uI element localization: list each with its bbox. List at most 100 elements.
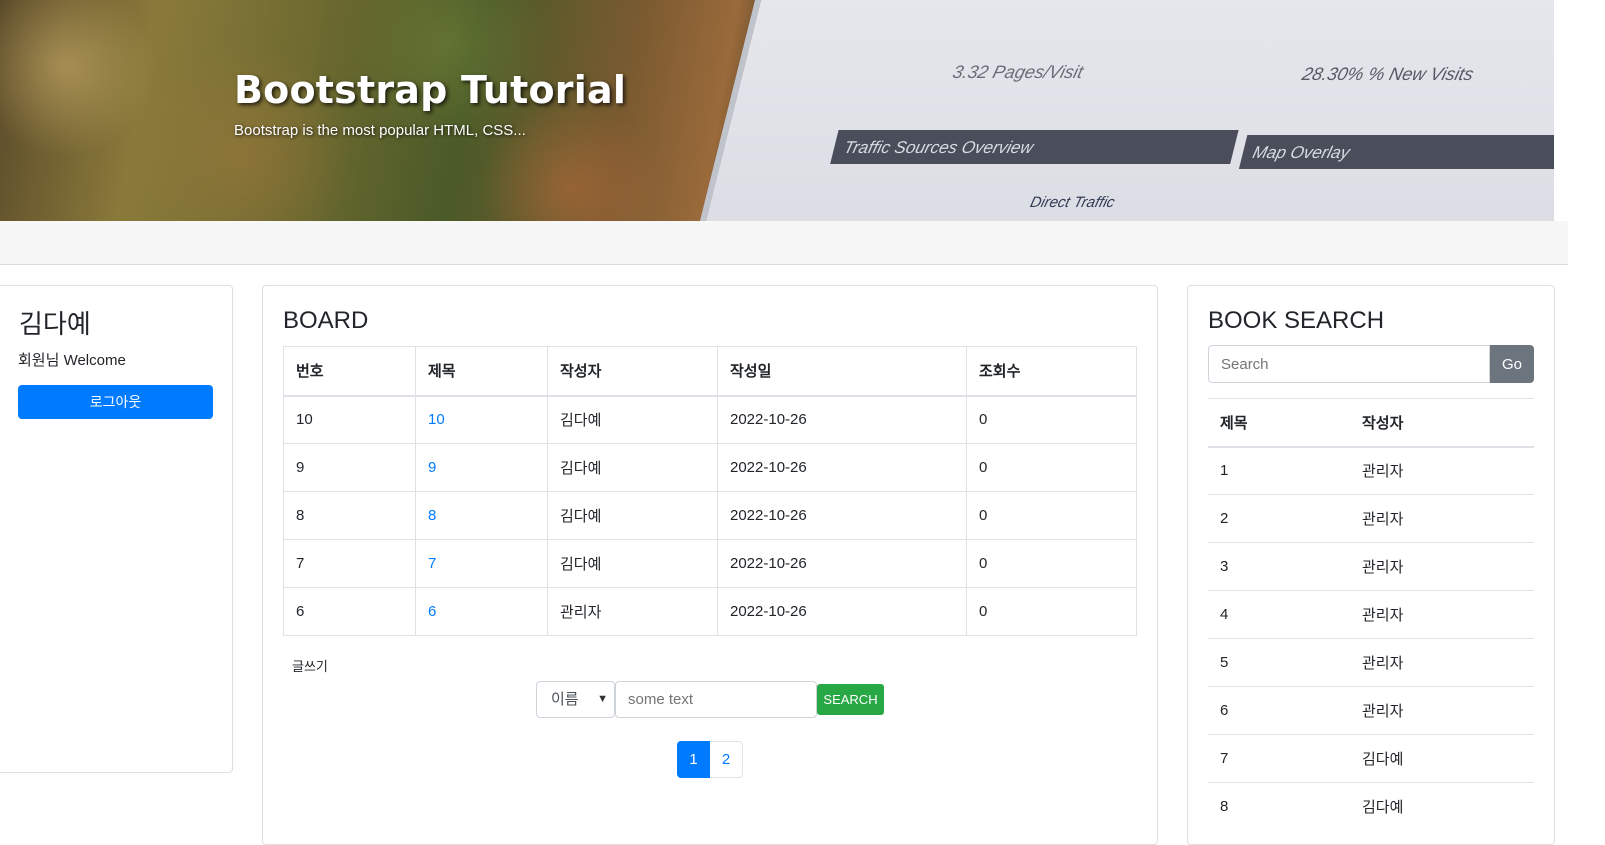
write-post-link[interactable]: 글쓰기	[292, 656, 328, 675]
hero-title: Bootstrap Tutorial	[234, 68, 627, 112]
user-card: 김다예 회원님 Welcome 로그아웃	[0, 285, 233, 773]
cell-author: 관리자	[1350, 686, 1534, 735]
board-card: BOARD 번호 제목 작성자 작성일 조회수 10 10 김다예 2022-1…	[262, 285, 1158, 845]
table-row: 7 김다예	[1208, 734, 1534, 783]
cell-views: 0	[966, 395, 1137, 444]
cell-views: 0	[966, 539, 1137, 588]
cell-author: 김다예	[547, 395, 718, 444]
post-title-link[interactable]: 6	[428, 603, 436, 620]
cell-date: 2022-10-26	[717, 443, 967, 492]
cell-title: 6	[1208, 686, 1350, 735]
book-search-card: BOOK SEARCH Go 제목 작성자 1 관리자 2 관리자 3 관리자	[1187, 285, 1555, 845]
cell-views: 0	[966, 491, 1137, 540]
column-header: 작성일	[717, 346, 967, 397]
table-row: 5 관리자	[1208, 638, 1534, 687]
board-table: 번호 제목 작성자 작성일 조회수 10 10 김다예 2022-10-26 0…	[283, 346, 1137, 636]
cell-title: 8	[1208, 782, 1350, 831]
board-title: BOARD	[283, 307, 369, 334]
cell-author: 관리자	[1350, 446, 1534, 495]
table-row: 7 7 김다예 2022-10-26 0	[283, 539, 1137, 588]
cell-author: 김다예	[547, 539, 718, 588]
post-title-link[interactable]: 9	[428, 459, 436, 476]
post-title-link[interactable]: 7	[428, 555, 436, 572]
pagination: 1 2	[677, 741, 743, 778]
table-row: 6 관리자	[1208, 686, 1534, 735]
book-table: 제목 작성자 1 관리자 2 관리자 3 관리자 4 관리자 5 관리자 6 관…	[1208, 398, 1534, 831]
cell-author: 관리자	[1350, 638, 1534, 687]
table-row: 4 관리자	[1208, 590, 1534, 639]
board-search-input[interactable]	[615, 681, 817, 718]
cell-views: 0	[966, 443, 1137, 492]
screen-text: Map Overlay	[1250, 143, 1352, 162]
table-header-row: 번호 제목 작성자 작성일 조회수	[283, 346, 1137, 397]
table-row: 8 김다예	[1208, 782, 1534, 831]
cell-number: 10	[283, 395, 416, 444]
cell-title: 5	[1208, 638, 1350, 687]
cell-title: 7	[415, 539, 548, 588]
cell-date: 2022-10-26	[717, 587, 967, 636]
cell-author: 관리자	[1350, 542, 1534, 591]
table-row: 10 10 김다예 2022-10-26 0	[283, 395, 1137, 444]
post-title-link[interactable]: 10	[428, 411, 445, 428]
page-link-2[interactable]: 2	[710, 741, 743, 778]
column-header: 작성자	[547, 346, 718, 397]
table-header-row: 제목 작성자	[1208, 398, 1534, 448]
table-row: 6 6 관리자 2022-10-26 0	[283, 587, 1137, 636]
cell-author: 김다예	[1350, 782, 1534, 831]
cell-author: 관리자	[1350, 494, 1534, 543]
table-row: 3 관리자	[1208, 542, 1534, 591]
cell-date: 2022-10-26	[717, 395, 967, 444]
book-search-title: BOOK SEARCH	[1208, 307, 1385, 334]
screen-text: Traffic Sources Overview	[841, 138, 1036, 157]
cell-date: 2022-10-26	[717, 491, 967, 540]
cell-author: 김다예	[1350, 734, 1534, 783]
hero-subtitle: Bootstrap is the most popular HTML, CSS.…	[234, 122, 526, 139]
screen-text: 3.32 Pages/Visit	[950, 62, 1086, 82]
cell-title: 4	[1208, 590, 1350, 639]
cell-title: 10	[415, 395, 548, 444]
user-name: 김다예	[19, 309, 91, 339]
cell-views: 0	[966, 587, 1137, 636]
nav-band	[0, 221, 1568, 265]
board-search-button[interactable]: SEARCH	[817, 684, 884, 715]
cell-author: 김다예	[547, 491, 718, 540]
cell-author: 김다예	[547, 443, 718, 492]
cell-author: 관리자	[547, 587, 718, 636]
cell-title: 3	[1208, 542, 1350, 591]
search-type-select[interactable]: 이름 ▼	[536, 681, 615, 718]
cell-number: 7	[283, 539, 416, 588]
hero-edge	[1554, 0, 1568, 221]
cell-title: 7	[1208, 734, 1350, 783]
screen-text: Direct Traffic	[1028, 194, 1117, 211]
cell-number: 9	[283, 443, 416, 492]
logout-button[interactable]: 로그아웃	[18, 385, 213, 419]
column-header: 제목	[415, 346, 548, 397]
book-search-input[interactable]	[1208, 345, 1490, 383]
book-search-form: Go	[1208, 345, 1534, 383]
page-link-1[interactable]: 1	[677, 741, 710, 778]
column-header: 제목	[1208, 398, 1350, 448]
hero-banner: 3.32 Pages/Visit Traffic Sources Overvie…	[0, 0, 1568, 221]
hero-laptop-screen-image: 3.32 Pages/Visit Traffic Sources Overvie…	[685, 0, 1568, 221]
book-search-go-button[interactable]: Go	[1490, 345, 1534, 383]
cell-number: 8	[283, 491, 416, 540]
column-header: 번호	[283, 346, 416, 397]
cell-title: 1	[1208, 446, 1350, 495]
cell-title: 9	[415, 443, 548, 492]
table-row: 8 8 김다예 2022-10-26 0	[283, 491, 1137, 540]
post-title-link[interactable]: 8	[428, 507, 436, 524]
cell-title: 8	[415, 491, 548, 540]
cell-number: 6	[283, 587, 416, 636]
cell-title: 2	[1208, 494, 1350, 543]
table-row: 1 관리자	[1208, 446, 1534, 495]
chevron-down-icon: ▼	[597, 693, 608, 705]
screen-text: 28.30% % New Visits	[1300, 64, 1476, 84]
table-row: 2 관리자	[1208, 494, 1534, 543]
column-header: 작성자	[1350, 398, 1534, 448]
cell-title: 6	[415, 587, 548, 636]
cell-author: 관리자	[1350, 590, 1534, 639]
table-row: 9 9 김다예 2022-10-26 0	[283, 443, 1137, 492]
search-type-value: 이름	[551, 691, 579, 708]
welcome-text: 회원님 Welcome	[18, 352, 126, 369]
column-header: 조회수	[966, 346, 1137, 397]
